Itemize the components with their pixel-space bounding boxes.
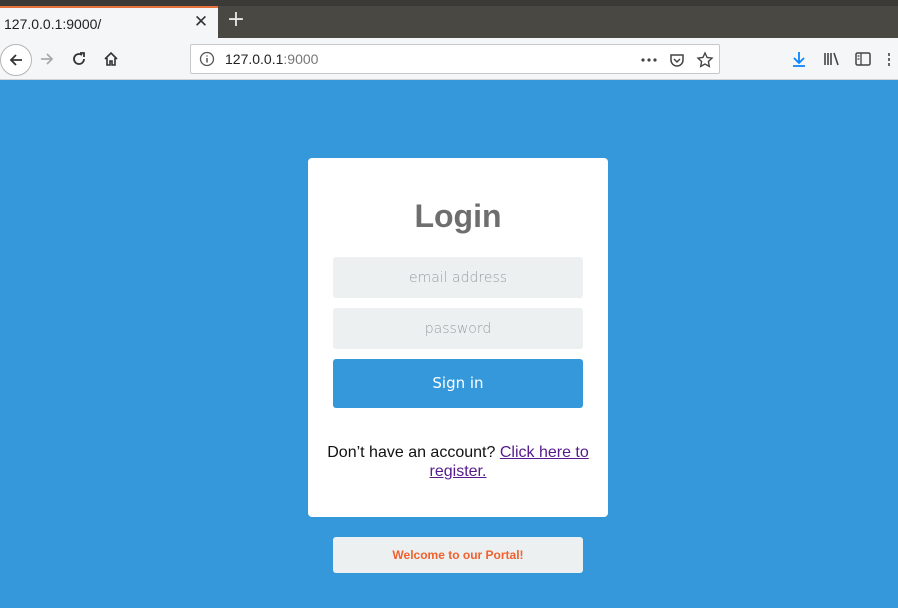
- reload-button[interactable]: [64, 44, 94, 74]
- home-icon: [104, 51, 118, 66]
- register-prefix: Don’t have an account?: [327, 444, 496, 461]
- back-icon: [9, 54, 22, 66]
- download-button[interactable]: [784, 44, 814, 74]
- sign-in-button[interactable]: Sign in: [333, 359, 583, 408]
- pocket-icon[interactable]: [668, 51, 686, 69]
- url-port: :9000: [283, 51, 319, 67]
- back-button[interactable]: [0, 44, 32, 76]
- home-button[interactable]: [96, 44, 126, 74]
- bookmark-star-icon[interactable]: [696, 51, 714, 69]
- forward-icon: [41, 53, 54, 65]
- sidebar-icon: [855, 52, 871, 66]
- library-button[interactable]: [816, 44, 846, 74]
- url-host: 127.0.0.1: [225, 51, 284, 67]
- new-tab-icon[interactable]: +: [226, 8, 246, 32]
- tab-close-icon[interactable]: ✕: [193, 13, 209, 31]
- sidebar-button[interactable]: [848, 44, 878, 74]
- url-text[interactable]: 127.0.0.1:9000: [225, 51, 318, 67]
- password-field[interactable]: [333, 308, 583, 349]
- reload-icon: [73, 52, 85, 65]
- welcome-banner: Welcome to our Portal!: [333, 537, 583, 573]
- tab-title: 127.0.0.1:9000/: [4, 16, 102, 32]
- download-icon: [793, 52, 805, 67]
- navigation-toolbar: 127.0.0.1:9000: [0, 38, 898, 80]
- browser-tab[interactable]: 127.0.0.1:9000/ ✕: [0, 6, 218, 38]
- more-icon[interactable]: [640, 51, 658, 69]
- login-title: Login: [414, 198, 502, 234]
- menu-overflow-icon[interactable]: [880, 44, 898, 74]
- login-card: Login Sign in Don’t have an account? Cli…: [308, 158, 608, 517]
- register-prompt: Don’t have an account? Click here to reg…: [318, 443, 598, 481]
- info-icon[interactable]: [199, 51, 215, 67]
- tab-strip: 127.0.0.1:9000/ ✕ +: [0, 6, 898, 38]
- url-bar[interactable]: 127.0.0.1:9000: [190, 44, 720, 74]
- forward-button[interactable]: [32, 44, 62, 74]
- library-icon: [824, 52, 839, 66]
- email-field[interactable]: [333, 257, 583, 298]
